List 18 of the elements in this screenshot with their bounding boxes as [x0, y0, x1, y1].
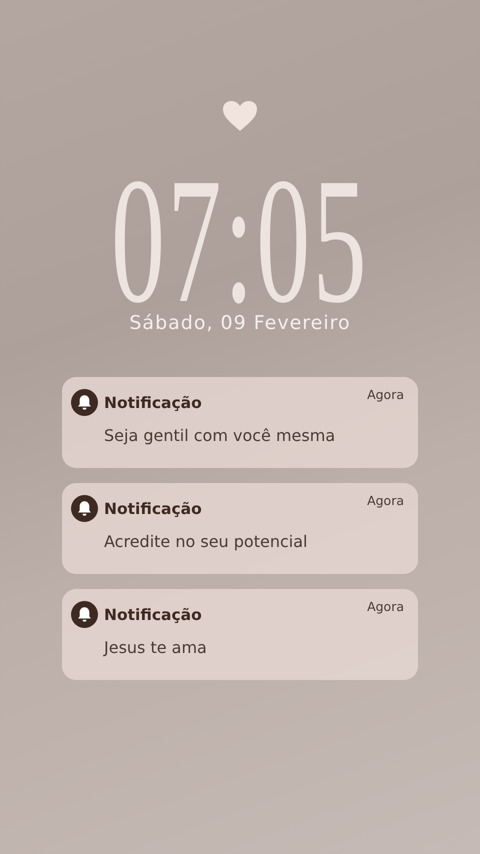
notification-message: Jesus te ama — [104, 638, 208, 657]
notification-time: Agora — [367, 599, 404, 614]
notification-card[interactable]: Notificação Agora Acredite no seu potencial — [62, 483, 418, 574]
notification-title: Notificação — [104, 500, 202, 518]
bell-icon — [71, 495, 98, 522]
notification-title: Notificação — [104, 394, 202, 412]
clock-time: 07:05 — [111, 176, 370, 306]
notification-card[interactable]: Notificação Agora Jesus te ama — [62, 589, 418, 680]
notification-card[interactable]: Notificação Agora Seja gentil com você mesma — [62, 377, 418, 468]
heart-icon — [222, 100, 258, 132]
notification-message: Seja gentil com você mesma — [104, 426, 336, 445]
bell-icon — [71, 601, 98, 628]
notification-title: Notificação — [104, 606, 202, 624]
notification-message: Acredite no seu potencial — [104, 532, 308, 551]
clock-date: Sábado, 09 Fevereiro — [129, 312, 351, 334]
bell-icon — [71, 389, 98, 416]
notification-time: Agora — [367, 387, 404, 402]
notification-time: Agora — [367, 493, 404, 508]
